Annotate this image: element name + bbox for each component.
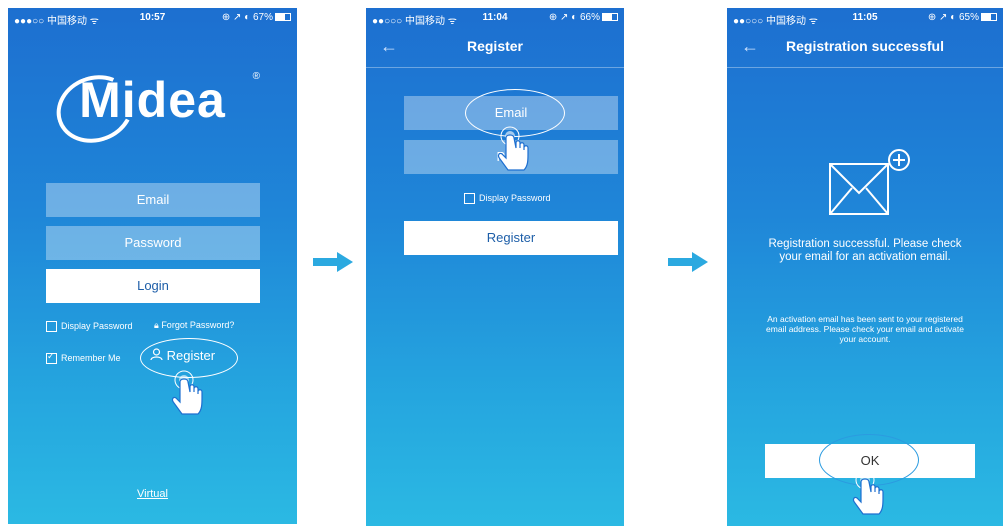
status-indicators: ⊕ ↗ ◐ 65% <box>928 12 997 23</box>
nav-bar: ← Registration successful <box>727 28 1003 68</box>
forgot-password-link[interactable]: 🔒︎ Forgot Password? <box>154 320 234 331</box>
remember-me-toggle[interactable]: Remember Me <box>46 351 121 365</box>
lock-icon: 🔒︎ <box>154 320 159 330</box>
remember-me-label: Remember Me <box>61 353 121 363</box>
registered-mark: ® <box>252 71 261 82</box>
status-bar: ●●●○○ 中国移动 ᯤ 10:57 ⊕ ↗ ◐ 67% <box>8 8 297 28</box>
status-indicators: ⊕ ↗ ◐ 66% <box>549 12 618 23</box>
success-headline: Registration successful. Please check yo… <box>768 238 962 263</box>
email-input[interactable]: Email <box>46 183 260 217</box>
page-title: Register <box>466 38 524 54</box>
register-label: Register <box>166 348 216 363</box>
display-password-toggle[interactable]: Display Password <box>464 193 551 205</box>
display-password-label: Display Password <box>479 193 551 203</box>
status-bar: ●●○○○ 中国移动 ᯤ 11:05 ⊕ ↗ ◐ 65% <box>727 8 1003 28</box>
user-icon <box>150 348 163 361</box>
register-screen: ●●○○○ 中国移动 ᯤ 11:04 ⊕ ↗ ◐ 66% ← Register … <box>366 8 624 526</box>
register-link[interactable]: Register <box>150 348 215 363</box>
battery-icon <box>275 13 291 22</box>
nav-divider <box>366 67 624 68</box>
tap-hand-icon <box>171 370 203 415</box>
battery-icon <box>602 13 618 22</box>
tap-hand-icon <box>497 126 529 171</box>
battery-icon <box>981 13 997 22</box>
status-indicators: ⊕ ↗ ◐ 67% <box>222 12 291 23</box>
password-input[interactable]: Password <box>46 226 260 260</box>
page-title: Registration successful <box>786 38 944 54</box>
midea-logo: Midea ® <box>8 64 297 154</box>
nav-divider <box>727 67 1003 68</box>
login-button[interactable]: Login <box>46 269 260 303</box>
envelope-add-icon <box>829 149 910 215</box>
registration-success-screen: ●●○○○ 中国移动 ᯤ 11:05 ⊕ ↗ ◐ 65% ← Registrat… <box>727 8 1003 526</box>
checkbox-icon[interactable] <box>46 321 57 333</box>
status-bar: ●●○○○ 中国移动 ᯤ 11:04 ⊕ ↗ ◐ 66% <box>366 8 624 28</box>
login-screen: ●●●○○ 中国移动 ᯤ 10:57 ⊕ ↗ ◐ 67% Midea ® Ema… <box>8 8 297 524</box>
arrow-right-icon <box>313 252 353 272</box>
display-password-toggle[interactable]: Display Password <box>46 321 133 333</box>
tap-hand-icon <box>852 470 884 515</box>
forgot-password-label: Forgot Password? <box>161 320 235 330</box>
virtual-link[interactable]: Virtual <box>8 488 297 500</box>
checked-checkbox-icon[interactable] <box>46 351 57 365</box>
success-detail: An activation email has been sent to you… <box>766 314 964 344</box>
arrow-right-icon <box>668 252 708 272</box>
nav-bar: ← Register <box>366 28 624 68</box>
checkbox-icon[interactable] <box>464 193 475 205</box>
register-button[interactable]: Register <box>404 221 618 255</box>
display-password-label: Display Password <box>61 321 133 331</box>
